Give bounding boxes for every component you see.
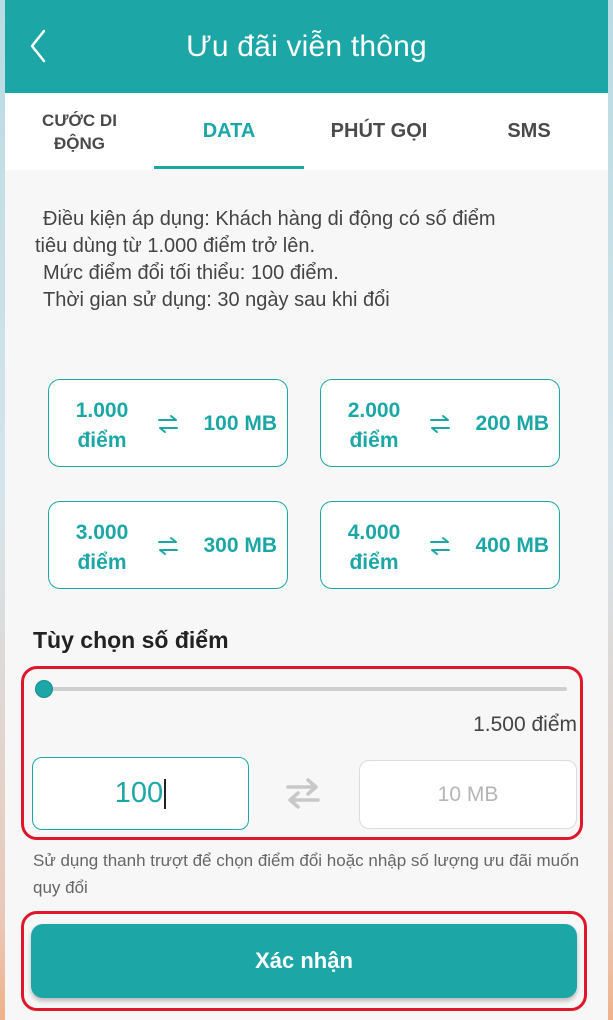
swap-icon [158, 537, 178, 555]
tab-bar: CƯỚC DI ĐỘNG DATA PHÚT GỌI SMS [5, 93, 608, 170]
conditions-text: Điều kiện áp dụng: Khách hàng di động có… [35, 206, 575, 314]
condition-line: Điều kiện áp dụng: Khách hàng di động có… [43, 208, 496, 230]
swap-icon [158, 415, 178, 433]
tab-mobile-fee[interactable]: CƯỚC DI ĐỘNG [5, 93, 154, 170]
slider-thumb[interactable] [35, 680, 53, 698]
package-points-unit: điểm [349, 429, 399, 452]
condition-line: Thời gian sử dụng: 30 ngày sau khi đổi [43, 289, 390, 311]
package-points-value: 1.000 [75, 399, 129, 422]
package-points: 2.000 điểm [339, 396, 409, 456]
points-slider[interactable] [43, 687, 567, 691]
swap-icon [430, 537, 450, 555]
condition-line: Mức điểm đổi tối thiểu: 100 điểm. [43, 262, 339, 284]
tab-sms[interactable]: SMS [454, 93, 604, 170]
package-amount: 400 MB [475, 534, 549, 557]
package-points-value: 3.000 [75, 521, 129, 544]
condition-line: tiêu dùng từ 1.000 điểm trở lên. [35, 235, 315, 257]
package-points-unit: điểm [349, 551, 399, 574]
text-cursor [164, 778, 167, 809]
points-input-value: 100 [114, 777, 164, 809]
tab-label: SMS [507, 120, 551, 142]
package-points-unit: điểm [77, 429, 127, 452]
tab-label: DATA [202, 120, 256, 142]
hint-text: Sử dụng thanh trượt để chọn điểm đổi hoặ… [33, 851, 580, 897]
package-option-3000[interactable]: 3.000 điểm 300 MB [48, 501, 288, 589]
data-tab-content: Điều kiện áp dụng: Khách hàng di động có… [5, 170, 608, 1020]
swap-icon [286, 778, 320, 809]
tab-label: PHÚT GỌI [330, 120, 428, 142]
package-amount: 100 MB [203, 412, 277, 435]
package-option-4000[interactable]: 4.000 điểm 400 MB [320, 501, 560, 589]
data-amount-field[interactable]: 10 MB [359, 760, 577, 829]
header-bar: Ưu đãi viễn thông [5, 0, 608, 93]
slider-value-label: 1.500 điểm [473, 713, 577, 736]
tab-call-minutes[interactable]: PHÚT GỌI [304, 93, 454, 170]
package-points-value: 4.000 [347, 521, 401, 544]
package-points-value: 2.000 [347, 399, 401, 422]
package-points: 3.000 điểm [67, 518, 137, 578]
app-screen: Ưu đãi viễn thông CƯỚC DI ĐỘNG DATA PHÚT… [5, 0, 608, 1020]
package-amount: 300 MB [203, 534, 277, 557]
points-input[interactable]: 100 [32, 757, 249, 830]
swap-icon [430, 415, 450, 433]
package-option-2000[interactable]: 2.000 điểm 200 MB [320, 379, 560, 467]
package-points: 4.000 điểm [339, 518, 409, 578]
package-amount: 200 MB [475, 412, 549, 435]
tab-data[interactable]: DATA [154, 93, 304, 170]
tab-label: CƯỚC DI ĐỘNG [42, 110, 117, 153]
chevron-left-icon [30, 29, 46, 63]
custom-points-title: Tùy chọn số điểm [33, 627, 229, 653]
package-option-1000[interactable]: 1.000 điểm 100 MB [48, 379, 288, 467]
confirm-button[interactable]: Xác nhận [31, 924, 577, 998]
package-points: 1.000 điểm [67, 396, 137, 456]
package-points-unit: điểm [77, 551, 127, 574]
page-title: Ưu đãi viễn thông [186, 29, 427, 63]
back-button[interactable] [23, 24, 53, 68]
active-tab-indicator [154, 166, 304, 169]
